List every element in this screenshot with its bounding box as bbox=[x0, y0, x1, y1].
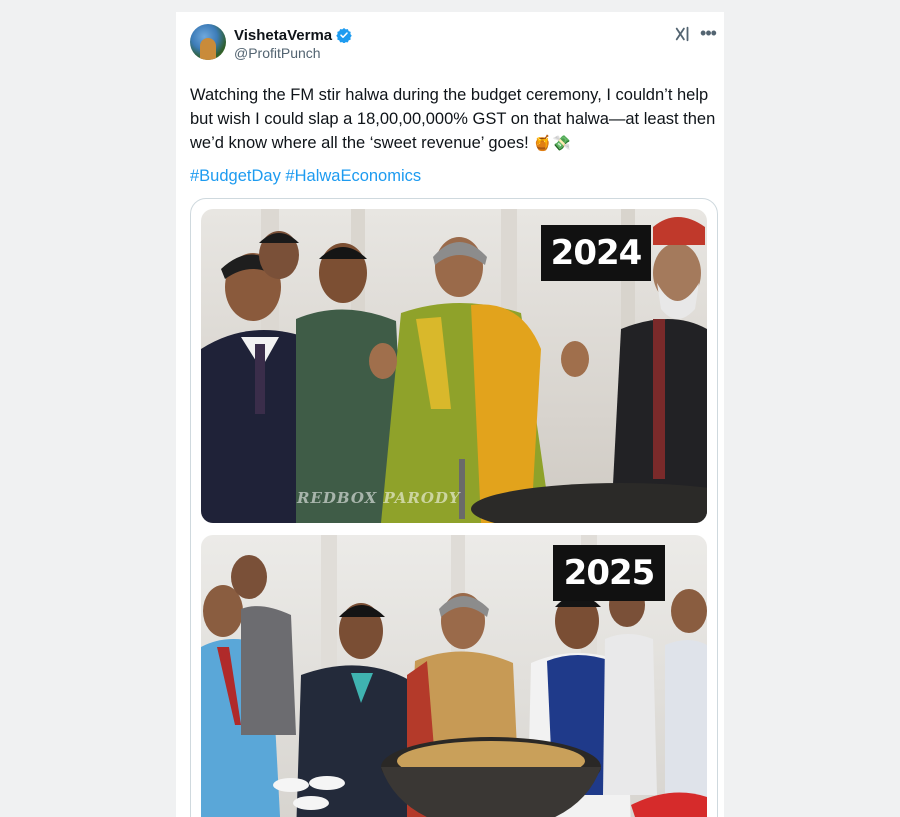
watermark-text: REDBOX PARODY bbox=[297, 489, 461, 507]
photo-2024[interactable]: 2024 REDBOX PARODY bbox=[201, 209, 707, 523]
photo-2025[interactable]: 2025 bbox=[201, 535, 707, 817]
avatar-figure bbox=[200, 38, 216, 60]
verified-badge-icon bbox=[336, 28, 352, 43]
year-label-2024: 2024 bbox=[541, 225, 651, 281]
tweet-body: Watching the FM stir halwa during the bu… bbox=[190, 86, 716, 152]
display-name[interactable]: VishetaVerma bbox=[234, 27, 332, 44]
grok-icon[interactable] bbox=[674, 25, 692, 43]
author-name-row: VishetaVerma bbox=[234, 25, 352, 45]
media-container[interactable]: 2024 REDBOX PARODY 2025 bbox=[190, 198, 718, 817]
more-options-icon[interactable]: ••• bbox=[698, 24, 718, 44]
hashtag-budgetday[interactable]: #BudgetDay bbox=[190, 167, 281, 185]
avatar[interactable] bbox=[190, 24, 226, 60]
tweet-card[interactable]: VishetaVerma @ProfitPunch ••• Watching t… bbox=[176, 12, 724, 817]
hashtag-row: #BudgetDay #HalwaEconomics bbox=[190, 164, 421, 188]
user-handle[interactable]: @ProfitPunch bbox=[234, 45, 321, 61]
tweet-text: Watching the FM stir halwa during the bu… bbox=[190, 83, 718, 156]
tweet-emojis: 🍯💸 bbox=[533, 135, 571, 152]
hashtag-halwaeconomics[interactable]: #HalwaEconomics bbox=[285, 167, 421, 185]
year-label-2025: 2025 bbox=[553, 545, 665, 601]
